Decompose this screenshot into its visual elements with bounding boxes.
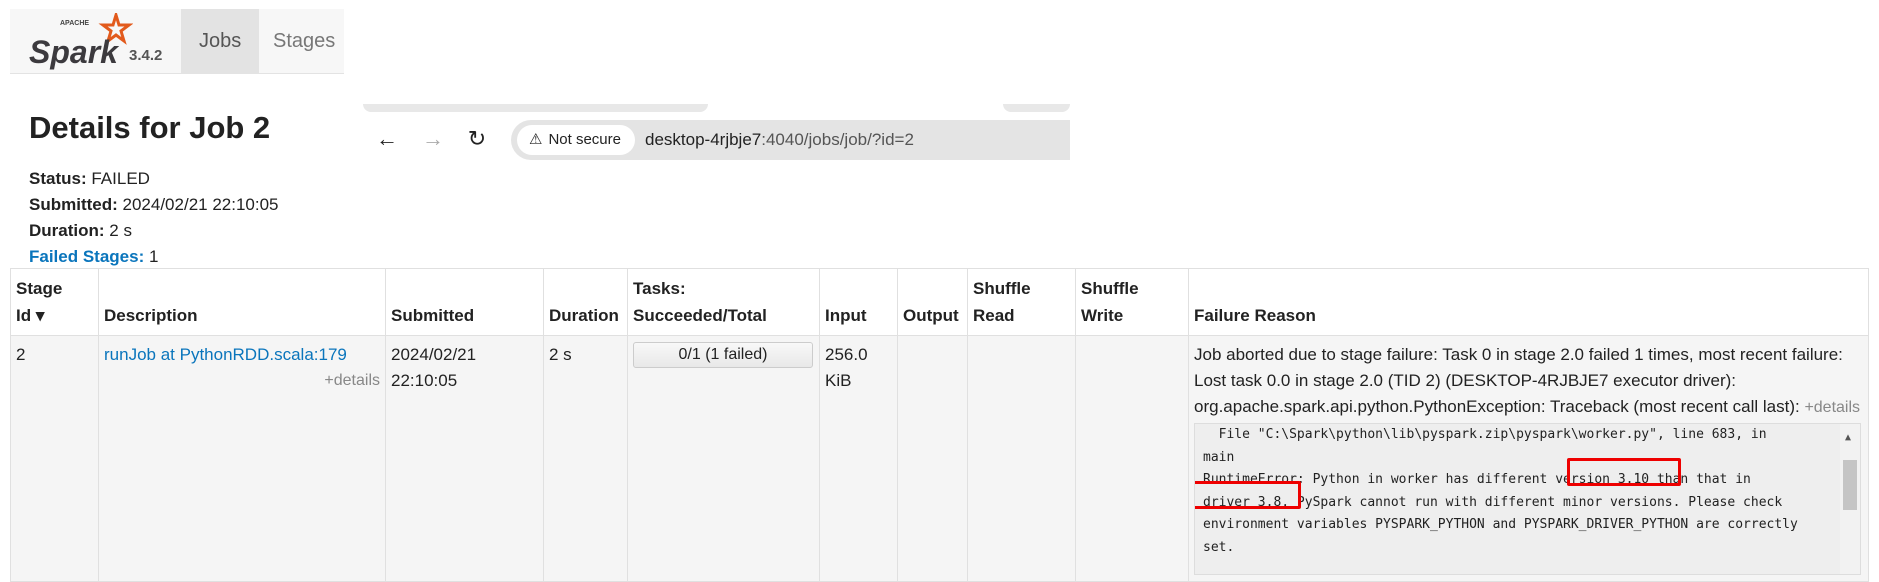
status-value: FAILED — [91, 169, 150, 188]
failure-summary: Job aborted due to stage failure: Task 0… — [1194, 345, 1861, 416]
duration-row: Duration: 2 s — [29, 221, 132, 240]
col-output[interactable]: Output — [897, 268, 968, 336]
col-duration[interactable]: Duration — [543, 268, 628, 336]
duration-value: 2 s — [109, 221, 132, 240]
warning-icon: ⚠ — [529, 131, 543, 148]
details-toggle[interactable]: +details — [104, 368, 380, 394]
not-secure-chip[interactable]: ⚠ Not secure — [517, 125, 635, 155]
stacktrace-box[interactable]: File "C:\Spark\python\lib\pyspark.zip\py… — [1194, 423, 1861, 575]
failed-stages-table: Stage Id ▾ Description Submitted Duration… — [10, 268, 1869, 582]
trace-line: set. — [1203, 539, 1235, 555]
reload-icon[interactable]: ↻ — [463, 126, 491, 152]
failure-details-toggle[interactable]: +details — [1804, 399, 1860, 416]
submitted-row: Submitted: 2024/02/21 22:10:05 — [29, 195, 279, 214]
submitted-value: 2024/02/21 22:10:05 — [122, 195, 279, 214]
spark-navbar: APACHE Spark 3.4.2 Jobs Stages — [10, 9, 344, 74]
col-failure-reason[interactable]: Failure Reason — [1188, 268, 1869, 336]
url-host: desktop-4rjbje7 — [645, 130, 762, 149]
not-secure-label: Not secure — [548, 131, 621, 148]
back-icon[interactable]: ← — [373, 126, 401, 152]
tab-stages[interactable]: Stages — [255, 9, 353, 73]
browser-toolbar: ← → ↻ ⚠ Not secure desktop-4rjbje7:4040/j… — [363, 104, 1070, 160]
cell-failure-reason: Job aborted due to stage failure: Task 0… — [1188, 335, 1869, 582]
trace-line: File "C:\Spark\python\lib\pyspark.zip\py… — [1203, 427, 1767, 442]
job-summary: Status: FAILED Submitted: 2024/02/21 22:… — [29, 166, 279, 270]
failed-stages-link[interactable]: Failed Stages: — [29, 247, 144, 266]
col-input[interactable]: Input — [819, 268, 898, 336]
scroll-thumb[interactable] — [1843, 460, 1857, 510]
page-title: Details for Job 2 — [29, 110, 271, 145]
svg-text:Spark: Spark — [29, 34, 120, 70]
cell-input: 256.0 KiB — [819, 335, 898, 582]
spark-logo-icon: APACHE Spark — [29, 13, 133, 70]
failed-stages-row[interactable]: Failed Stages: 1 — [29, 244, 279, 270]
table-row: 2 runJob at PythonRDD.scala:179 +details… — [10, 335, 1869, 582]
table-header-row: Stage Id ▾ Description Submitted Duration… — [10, 268, 1869, 336]
cell-shuffle-read — [967, 335, 1076, 582]
col-shuffle-write[interactable]: Shuffle Write — [1075, 268, 1189, 336]
trace-scrollbar[interactable]: ▲ — [1840, 424, 1860, 574]
col-shuffle-read[interactable]: Shuffle Read — [967, 268, 1076, 336]
highlight-driver-version — [1195, 481, 1301, 509]
col-description[interactable]: Description — [98, 268, 386, 336]
scroll-up-icon[interactable]: ▲ — [1845, 427, 1851, 450]
spark-version: 3.4.2 — [129, 47, 163, 64]
svg-text:APACHE: APACHE — [60, 20, 89, 27]
col-submitted[interactable]: Submitted — [385, 268, 544, 336]
cell-tasks: 0/1 (1 failed) — [627, 335, 820, 582]
url-text[interactable]: desktop-4rjbje7:4040/jobs/job/?id=2 — [645, 120, 914, 160]
tab-jobs[interactable]: Jobs — [181, 9, 260, 73]
address-bar[interactable]: ⚠ Not secure desktop-4rjbje7:4040/jobs/jo… — [511, 120, 1070, 160]
tab-strip — [363, 104, 1070, 112]
cell-submitted: 2024/02/21 22:10:05 — [385, 335, 544, 582]
cell-duration: 2 s — [543, 335, 628, 582]
cell-stage-id: 2 — [10, 335, 99, 582]
tasks-progress-bar: 0/1 (1 failed) — [633, 342, 813, 368]
cell-shuffle-write — [1075, 335, 1189, 582]
spark-logo[interactable]: APACHE Spark 3.4.2 — [28, 13, 178, 71]
failed-stages-value: 1 — [149, 247, 159, 266]
forward-icon[interactable]: → — [419, 126, 447, 152]
url-path: :4040/jobs/job/?id=2 — [761, 130, 914, 149]
cell-description: runJob at PythonRDD.scala:179 +details — [98, 335, 386, 582]
status-row: Status: FAILED — [29, 169, 150, 188]
highlight-worker-version — [1567, 458, 1681, 486]
cell-output — [897, 335, 968, 582]
col-stage-id[interactable]: Stage Id ▾ — [10, 268, 99, 336]
stage-description-link[interactable]: runJob at PythonRDD.scala:179 — [104, 342, 380, 368]
trace-line: environment variables PYSPARK_PYTHON and… — [1203, 517, 1798, 532]
trace-line: main — [1203, 449, 1235, 465]
col-tasks[interactable]: Tasks: Succeeded/Total — [627, 268, 820, 336]
